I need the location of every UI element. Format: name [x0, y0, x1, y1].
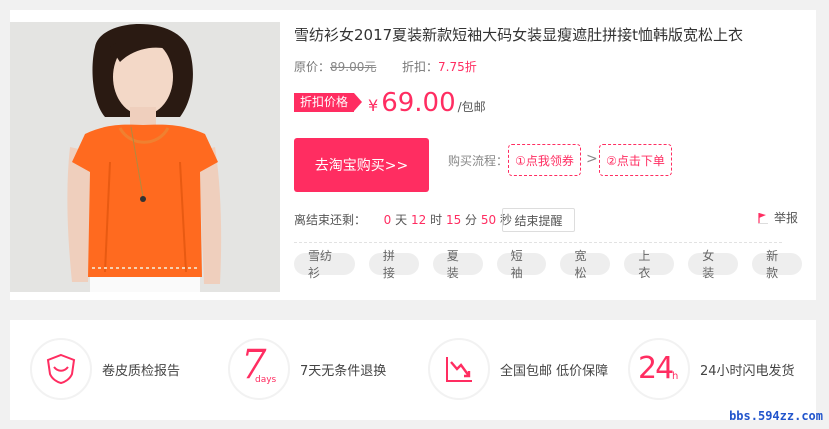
tag-item[interactable]: 雪纺衫	[294, 249, 355, 280]
buy-on-taobao-button[interactable]: 去淘宝购买>>	[294, 138, 429, 192]
countdown-label: 离结束还剩：	[294, 213, 367, 227]
seven-days-icon: 7 days	[228, 338, 290, 400]
service-label: 7天无条件退换	[300, 363, 387, 379]
report-label: 举报	[774, 211, 799, 225]
service-label: 全国包邮 低价保障	[500, 363, 609, 379]
service-free-shipping: 全国包邮 低价保障	[428, 338, 608, 400]
tag-item[interactable]: 短袖	[496, 249, 547, 280]
watermark: bbs.594zz.com	[729, 409, 823, 423]
place-order-step-button[interactable]: ②点击下单	[599, 144, 672, 176]
discount-value: 7.75折	[438, 60, 477, 74]
tag-list: 雪纺衫 拼接 夏装 短袖 宽松 上衣 女装 新款	[294, 249, 816, 280]
price-down-icon	[428, 338, 490, 400]
model-photo-icon	[10, 22, 280, 292]
countdown-timer: 离结束还剩： 0 天 12 时 15 分 50 秒	[294, 211, 512, 228]
service-quality-report: 卷皮质检报告	[30, 338, 180, 400]
product-image[interactable]	[10, 22, 280, 292]
service-24h-delivery: 24 h 24小时闪电发货	[628, 338, 795, 400]
countdown-days: 0	[383, 213, 392, 227]
deal-tag: 折扣价格	[294, 93, 363, 112]
shipping-note: /包邮	[457, 100, 486, 114]
currency-symbol: ¥	[368, 96, 379, 115]
product-title[interactable]: 雪纺衫女2017夏装新款短袖大码女装显瘦遮肚拼接t恤韩版宽松上衣	[294, 24, 743, 45]
service-label: 卷皮质检报告	[102, 363, 181, 379]
24h-icon: 24 h	[628, 338, 690, 400]
countdown-seconds: 50	[480, 213, 497, 227]
service-guarantees: 卷皮质检报告 7 days 7天无条件退换 全国包邮 低价保障 24 h 24小…	[10, 320, 816, 420]
divider	[294, 242, 782, 243]
service-seven-day-return: 7 days 7天无条件退换	[228, 338, 386, 400]
tag-item[interactable]: 上衣	[624, 249, 675, 280]
product-card: 雪纺衫女2017夏装新款短袖大码女装显瘦遮肚拼接t恤韩版宽松上衣 原价：89.0…	[10, 10, 816, 300]
purchase-flow-label: 购买流程：	[448, 154, 509, 168]
countdown-days-unit: 天	[395, 213, 408, 227]
original-price-label: 原价：	[294, 60, 331, 74]
flag-icon	[758, 212, 768, 224]
end-reminder-button[interactable]: 结束提醒	[502, 208, 575, 232]
shield-icon	[30, 338, 92, 400]
get-coupon-step-button[interactable]: ①点我领券	[508, 144, 581, 176]
step-arrow-icon: >	[586, 151, 598, 167]
deal-price: 69.00	[381, 88, 456, 118]
tag-item[interactable]: 宽松	[560, 249, 611, 280]
countdown-hours: 12	[410, 213, 427, 227]
price-info: 原价：89.00元 折扣：7.75折	[294, 58, 477, 75]
tag-item[interactable]: 夏装	[432, 249, 483, 280]
deal-price-row: 折扣价格 ¥ 69.00 /包邮	[294, 88, 486, 118]
discount-label: 折扣：	[402, 60, 439, 74]
original-price: 89.00元	[330, 60, 377, 74]
countdown-minutes: 15	[445, 213, 462, 227]
tag-item[interactable]: 女装	[688, 249, 739, 280]
tag-item[interactable]: 新款	[752, 249, 803, 280]
countdown-minutes-unit: 分	[465, 213, 478, 227]
tag-item[interactable]: 拼接	[368, 249, 419, 280]
report-link[interactable]: 举报	[758, 209, 798, 226]
countdown-hours-unit: 时	[430, 213, 443, 227]
service-label: 24小时闪电发货	[700, 363, 795, 379]
